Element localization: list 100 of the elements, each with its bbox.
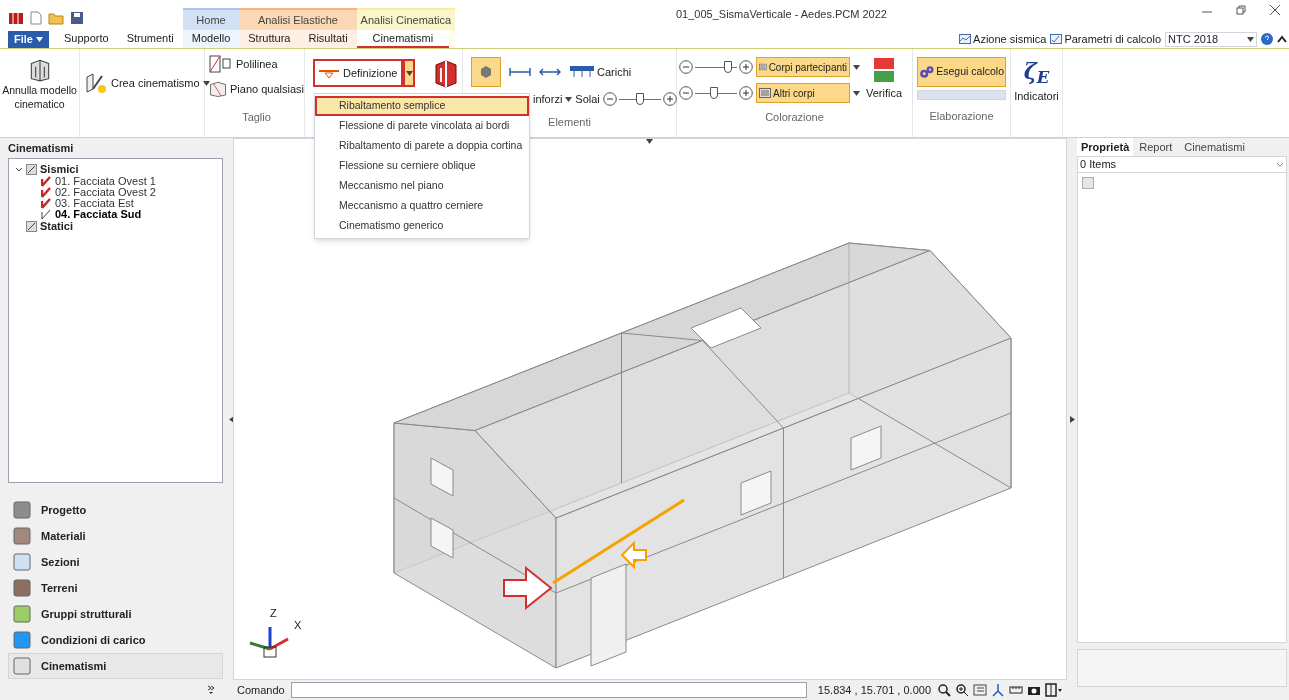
axis-label: Z (270, 606, 277, 621)
color-select[interactable]: Corpi partecipanti (756, 57, 850, 77)
ribbon-tab[interactable]: Strumenti (117, 30, 183, 48)
caret-icon[interactable] (1069, 415, 1075, 423)
ribbon-tab[interactable]: Risultati (299, 30, 357, 48)
color-select[interactable]: Altri corpi (756, 83, 850, 103)
zoom-in-icon[interactable] (739, 86, 753, 100)
collapse-ribbon-icon[interactable] (1277, 35, 1287, 44)
nav-item[interactable]: Condizioni di carico (8, 627, 223, 653)
chevron-icon[interactable] (15, 165, 23, 174)
tree-item[interactable]: Sismici (40, 163, 79, 176)
nav-item[interactable]: Gruppi strutturali (8, 601, 223, 627)
ribbon-tab[interactable]: Supporto (55, 30, 118, 48)
save-icon[interactable] (70, 11, 84, 25)
load-icon (569, 65, 595, 79)
context-tab-header: Home (182, 8, 240, 30)
menu-item[interactable]: Ribaltamento semplice (315, 96, 529, 116)
menu-item[interactable]: Ribaltamento di parete a doppia cortina (315, 136, 529, 156)
section-icon (13, 605, 31, 623)
norm-select[interactable]: NTC 2018 (1165, 31, 1257, 47)
menu-item[interactable]: Flessione di parete vincolata ai bordi (315, 116, 529, 136)
menu-item[interactable]: Meccanismo a quattro cerniere (315, 196, 529, 216)
carichi-button[interactable]: Carichi (569, 63, 632, 81)
ribbon-tab[interactable]: Struttura (239, 30, 300, 48)
tree-item[interactable]: Statici (40, 220, 73, 233)
zoom-in-icon[interactable] (739, 60, 753, 74)
polilinea-button[interactable]: Polilinea (209, 55, 304, 73)
azione-sismica-button[interactable]: Azione sismica (959, 31, 1047, 48)
pencil-gear-icon (84, 71, 108, 95)
zeta-symbol[interactable]: ζ$_{E}$ (1023, 55, 1050, 88)
definizione-button[interactable]: Definizione (313, 59, 404, 87)
caret-icon[interactable] (853, 64, 860, 70)
rinforzi-button[interactable]: inforzi (533, 91, 573, 108)
caret-icon (565, 96, 573, 102)
nav-item[interactable]: Terreni (8, 575, 223, 601)
ribbon-tab[interactable]: Cinematismi (356, 30, 450, 48)
split-view-icon[interactable] (1045, 683, 1063, 697)
section-icon (13, 501, 31, 519)
zoom-icon[interactable] (955, 683, 969, 697)
panel-tab[interactable]: Cinematismi (1178, 138, 1251, 156)
esegui-calcolo-button[interactable]: Esegui calcolo (917, 57, 1006, 87)
more-icon[interactable] (207, 685, 215, 695)
tree-item[interactable]: 04. Facciata Sud (55, 209, 142, 220)
nav-item[interactable]: Progetto (8, 497, 223, 523)
help-icon[interactable] (1261, 33, 1273, 46)
piano-qualsiasi-button[interactable]: Piano qualsiasi (209, 79, 304, 99)
caret-icon (1247, 36, 1254, 42)
panel-tab[interactable]: Report (1133, 138, 1179, 156)
close-icon[interactable] (1269, 4, 1281, 16)
caret-icon[interactable] (853, 90, 860, 96)
axis-label: X (294, 618, 302, 633)
panel-tab[interactable]: Proprietà (1077, 138, 1134, 156)
double-arrow-icon[interactable] (539, 67, 561, 77)
slider-thumb[interactable] (635, 93, 644, 106)
ribbon-tab[interactable]: Modello (182, 30, 240, 48)
tree-item[interactable]: 01. Facciata Ovest 1 (55, 176, 156, 187)
search-icon[interactable] (937, 683, 951, 697)
menu-item[interactable]: Flessione su cerniere oblique (315, 156, 529, 176)
hinge-line-icon (319, 67, 339, 79)
nav-item[interactable]: Cinematismi (8, 653, 223, 679)
plane-cut-icon (209, 79, 227, 99)
slider-thumb[interactable] (723, 61, 732, 73)
crea-cinematismo-button[interactable]: Crea cinematismo (84, 71, 210, 95)
zoom-out-icon[interactable] (679, 60, 693, 74)
axes-icon[interactable] (991, 683, 1005, 697)
group-label: Colorazione (765, 110, 824, 125)
cube-button-icon[interactable] (471, 57, 501, 87)
slider-track[interactable] (695, 60, 737, 74)
group-label: Elaborazione (929, 109, 994, 124)
annulla-button[interactable]: Annulla modello cinematico (0, 57, 79, 111)
verification-icon (873, 57, 896, 83)
parametri-button[interactable]: Parametri di calcolo (1050, 31, 1161, 48)
restore-icon[interactable] (1235, 4, 1247, 16)
items-select[interactable]: 0 Items (1078, 157, 1286, 173)
slider-track[interactable] (695, 86, 737, 100)
caret-icon (35, 37, 43, 42)
command-field[interactable] (290, 682, 807, 698)
menu-item[interactable]: Cinematismo generico (315, 216, 529, 236)
polyline-cut-icon (209, 55, 233, 73)
zoom-out-icon[interactable] (679, 86, 693, 100)
menu-item[interactable]: Meccanismo nel piano (315, 176, 529, 196)
solai-button[interactable]: Solai (575, 91, 600, 108)
nav-item[interactable]: Sezioni (8, 549, 223, 575)
zoom-out-icon[interactable] (602, 92, 617, 107)
file-menu-button[interactable]: File (8, 31, 49, 48)
caret-icon (405, 70, 413, 76)
section-icon (13, 579, 31, 597)
pencil-icon (26, 164, 37, 175)
verifica-button[interactable]: Verifica (866, 57, 903, 103)
indicatori-button[interactable]: Indicatori (1014, 88, 1059, 105)
tree-item[interactable]: 03. Facciata Est (55, 198, 134, 209)
slider-thumb[interactable] (710, 87, 719, 99)
zoom-in-icon[interactable] (662, 92, 677, 107)
pencil-icon (26, 221, 37, 232)
span-arrow-icon[interactable] (509, 67, 531, 77)
nav-item[interactable]: Materiali (8, 523, 223, 549)
context-tab-header: Analisi Cinematica (356, 8, 456, 30)
tree-item[interactable]: 02. Facciata Ovest 2 (55, 187, 156, 198)
definizione-dropdown-button[interactable] (403, 59, 416, 87)
ruler-icon[interactable] (1009, 683, 1023, 697)
